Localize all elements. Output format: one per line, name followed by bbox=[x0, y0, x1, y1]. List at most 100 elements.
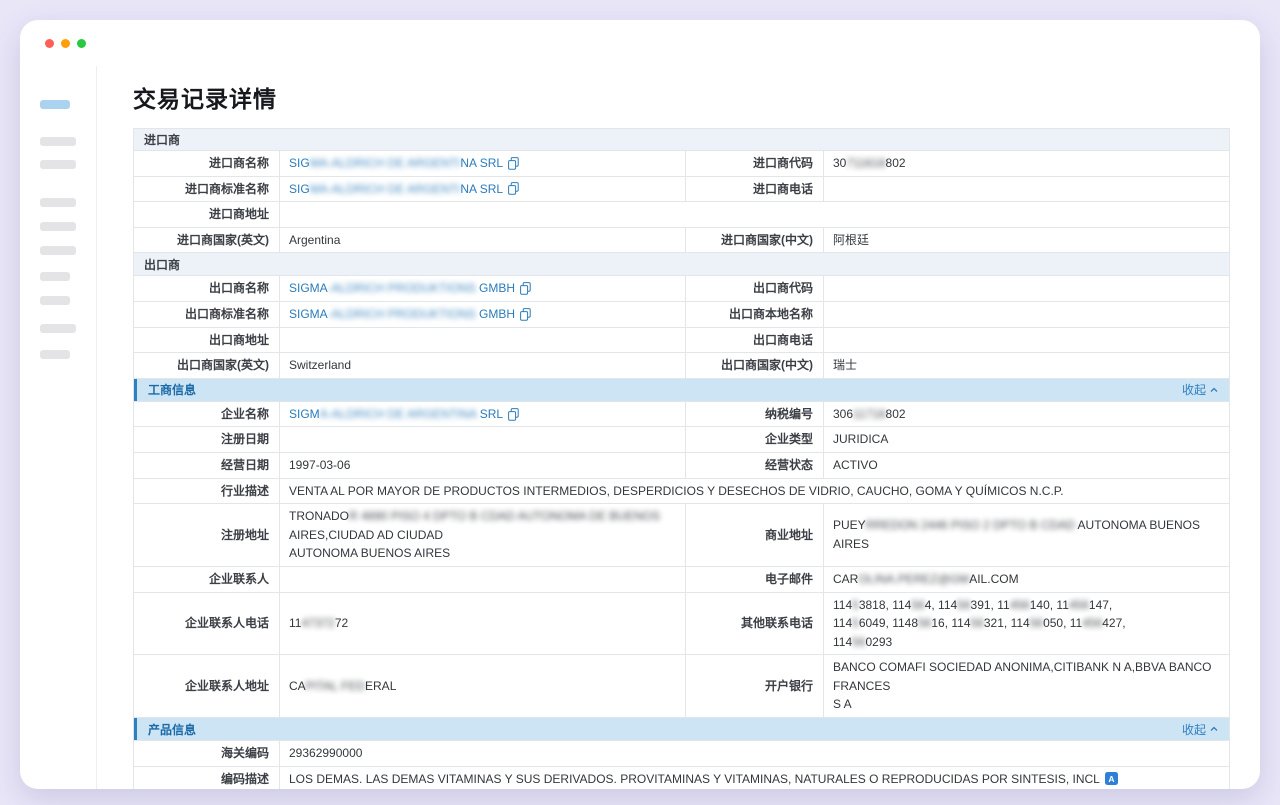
field-label: 纳税编号 bbox=[685, 402, 823, 427]
sidebar-item-skeleton[interactable] bbox=[40, 350, 70, 359]
section-title: 出口商 bbox=[144, 256, 180, 273]
sidebar-item-skeleton[interactable] bbox=[40, 272, 70, 281]
value-line: 1997-03-06 bbox=[289, 456, 350, 475]
sidebar-item-skeleton[interactable] bbox=[40, 222, 76, 231]
text-segment: SRL bbox=[476, 407, 503, 421]
translate-icon[interactable]: A bbox=[1105, 772, 1118, 785]
cell-value: Argentina bbox=[289, 231, 340, 250]
field-label: 进口商代码 bbox=[685, 151, 823, 176]
text-segment: 4, 114 bbox=[925, 598, 957, 612]
field-label: 注册日期 bbox=[134, 427, 279, 452]
copy-icon[interactable] bbox=[520, 308, 531, 321]
redacted-text: 56 bbox=[911, 598, 924, 612]
sidebar-item-skeleton[interactable] bbox=[40, 160, 76, 169]
field-value: SIGMA-ALDRICH PRODUKTIONS GMBH bbox=[279, 302, 685, 327]
field-label: 企业联系人地址 bbox=[134, 655, 279, 717]
redacted-text: -ALDRICH PRODUKTIONS bbox=[328, 307, 476, 321]
field-label: 编码描述 bbox=[134, 767, 279, 789]
company-link[interactable]: SIGMA-ALDRICH DE ARGENTINA SRL bbox=[289, 154, 503, 173]
section-header-4: 产品信息 收起 bbox=[133, 718, 1230, 741]
value-line: LOS DEMAS. LAS DEMAS VITAMINAS Y SUS DER… bbox=[289, 770, 1118, 789]
cell-value: 114737272 bbox=[289, 614, 348, 633]
value-line: S A bbox=[833, 695, 1220, 714]
sidebar-item-skeleton[interactable] bbox=[40, 324, 76, 333]
text-segment: GMBH bbox=[476, 307, 515, 321]
window-controls bbox=[20, 20, 1260, 66]
copy-icon[interactable] bbox=[508, 182, 519, 195]
collapse-toggle[interactable]: 收起 bbox=[1182, 721, 1219, 738]
table-row: 注册日期企业类型JURIDICA bbox=[133, 427, 1230, 453]
copy-icon[interactable] bbox=[520, 282, 531, 295]
value-line: ACTIVO bbox=[833, 456, 878, 475]
redacted-text: 456 bbox=[1010, 598, 1030, 612]
company-link[interactable]: SIGMA-ALDRICH PRODUKTIONS GMBH bbox=[289, 305, 515, 324]
field-value: 1997-03-06 bbox=[279, 453, 685, 478]
company-link[interactable]: SIGMA-ALDRICH DE ARGENTINA SRL bbox=[289, 180, 503, 199]
table-row: 出口商名称SIGMA-ALDRICH PRODUKTIONS GMBH出口商代码 bbox=[133, 276, 1230, 302]
field-value: 29362990000 bbox=[279, 741, 1229, 766]
browser-window: 交易记录详情 进口商进口商名称SIGMA-ALDRICH DE ARGENTIN… bbox=[20, 20, 1260, 789]
field-value: 11453818, 114564, 11456391, 11456140, 11… bbox=[823, 593, 1229, 655]
table-row: 进口商地址 bbox=[133, 202, 1230, 228]
redacted-text: 56 bbox=[1030, 616, 1043, 630]
field-value: 瑞士 bbox=[823, 353, 1229, 378]
redacted-text: 5 bbox=[852, 598, 859, 612]
table-row: 出口商标准名称SIGMA-ALDRICH PRODUKTIONS GMBH出口商… bbox=[133, 302, 1230, 328]
field-label: 出口商地址 bbox=[134, 328, 279, 353]
redacted-text: 456 bbox=[1082, 616, 1102, 630]
text-segment: 114 bbox=[833, 616, 852, 630]
cell-value: ACTIVO bbox=[833, 456, 878, 475]
sidebar-item-skeleton[interactable] bbox=[40, 296, 70, 305]
company-link[interactable]: SIGMA-ALDRICH DE ARGENTINA SRL bbox=[289, 405, 503, 424]
redacted-text: 56 bbox=[971, 616, 984, 630]
sidebar-item-skeleton[interactable] bbox=[40, 198, 76, 207]
cell-value: 11453818, 114564, 11456391, 11456140, 11… bbox=[833, 596, 1126, 652]
text-segment: 1997-03-06 bbox=[289, 458, 350, 472]
value-line: SIGMA-ALDRICH DE ARGENTINA SRL bbox=[289, 405, 503, 424]
window-zoom-button[interactable] bbox=[77, 39, 86, 48]
section-header-3: 工商信息 收起 bbox=[133, 379, 1230, 402]
collapse-toggle[interactable]: 收起 bbox=[1182, 381, 1219, 398]
field-value bbox=[279, 427, 685, 452]
field-label: 进口商国家(英文) bbox=[134, 228, 279, 253]
text-segment: NA SRL bbox=[460, 156, 503, 170]
section-title: 产品信息 bbox=[148, 721, 196, 738]
text-segment: 321, 114 bbox=[984, 616, 1030, 630]
field-value: Switzerland bbox=[279, 353, 685, 378]
window-close-button[interactable] bbox=[45, 39, 54, 48]
field-label: 进口商电话 bbox=[685, 177, 823, 202]
copy-icon[interactable] bbox=[508, 408, 519, 421]
field-value bbox=[279, 567, 685, 592]
value-line: VENTA AL POR MAYOR DE PRODUCTOS INTERMED… bbox=[289, 482, 1064, 501]
redacted-text: 11718 bbox=[853, 407, 885, 421]
text-segment: SIGMA bbox=[289, 281, 328, 295]
text-segment: 30 bbox=[833, 156, 846, 170]
value-line: CAROLINA.PEREZ@GMAIL.COM bbox=[833, 570, 1019, 589]
text-segment: 147, bbox=[1089, 598, 1112, 612]
text-segment: ERAL bbox=[365, 679, 396, 693]
table-row: 经营日期1997-03-06经营状态ACTIVO bbox=[133, 453, 1230, 479]
window-body: 交易记录详情 进口商进口商名称SIGMA-ALDRICH DE ARGENTIN… bbox=[20, 66, 1260, 789]
sidebar-item-skeleton[interactable] bbox=[40, 100, 70, 109]
section-title: 进口商 bbox=[144, 131, 180, 148]
text-segment: 0293 bbox=[866, 635, 893, 649]
field-label: 开户银行 bbox=[685, 655, 823, 717]
field-label: 进口商标准名称 bbox=[134, 177, 279, 202]
field-label: 行业描述 bbox=[134, 479, 279, 504]
redacted-text: R 4890 PISO 4 DPTO B CDAD AUTONOMA DE BU… bbox=[349, 509, 660, 523]
field-value: Argentina bbox=[279, 228, 685, 253]
text-segment: NA SRL bbox=[460, 182, 503, 196]
table-row: 进口商标准名称 SIGMA-ALDRICH DE ARGENTINA SRL 进口商… bbox=[133, 177, 1230, 203]
table-row: 进口商名称SIGMA-ALDRICH DE ARGENTINA SRL进口商代码… bbox=[133, 151, 1230, 177]
text-segment: 72 bbox=[335, 616, 348, 630]
text-segment: 阿根廷 bbox=[833, 233, 869, 247]
text-segment: JURIDICA bbox=[833, 432, 888, 446]
sidebar-item-skeleton[interactable] bbox=[40, 137, 76, 146]
company-link[interactable]: SIGMA-ALDRICH PRODUKTIONS GMBH bbox=[289, 279, 515, 298]
section-title: 工商信息 bbox=[148, 381, 196, 398]
table-row: 企业联系人地址CAPITAL FEDERAL开户银行BANCO COMAFI S… bbox=[133, 655, 1230, 718]
sidebar-item-skeleton[interactable] bbox=[40, 246, 76, 255]
copy-icon[interactable] bbox=[508, 157, 519, 170]
field-value: CAROLINA.PEREZ@GMAIL.COM bbox=[823, 567, 1229, 592]
window-minimize-button[interactable] bbox=[61, 39, 70, 48]
